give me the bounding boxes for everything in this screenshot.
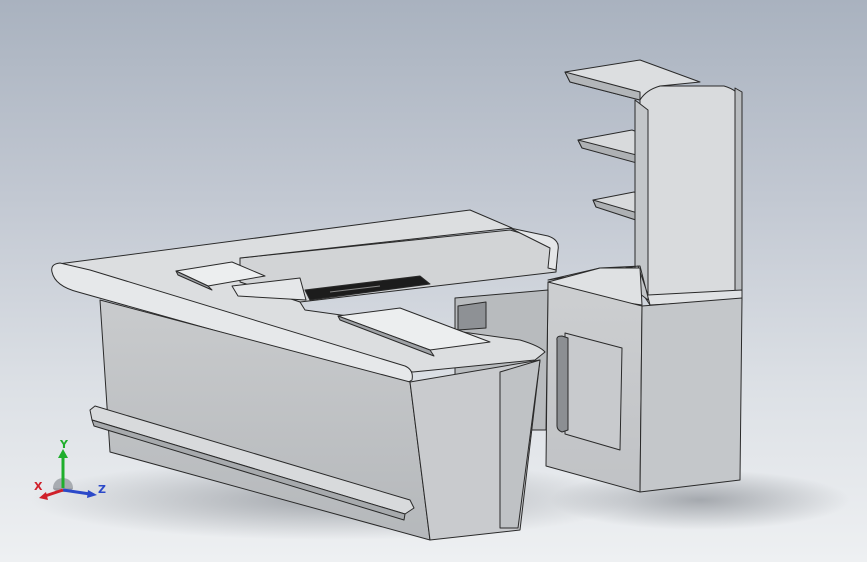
x-axis-label: X — [34, 480, 43, 493]
y-axis-label: Y — [59, 438, 69, 451]
coordinate-triad: Y Z X — [34, 438, 106, 500]
cabinet-handle[interactable] — [556, 335, 569, 433]
z-axis-label: Z — [98, 483, 106, 496]
counter-model[interactable] — [0, 0, 867, 562]
x-axis — [44, 488, 64, 498]
z-axis — [62, 488, 91, 496]
drawer-handle[interactable] — [457, 301, 487, 331]
lower-cabinet[interactable] — [545, 265, 743, 493]
graphics-viewport[interactable]: Y Z X — [0, 0, 867, 562]
shelf-tower[interactable] — [564, 59, 743, 306]
cabinet-door[interactable] — [564, 332, 623, 451]
